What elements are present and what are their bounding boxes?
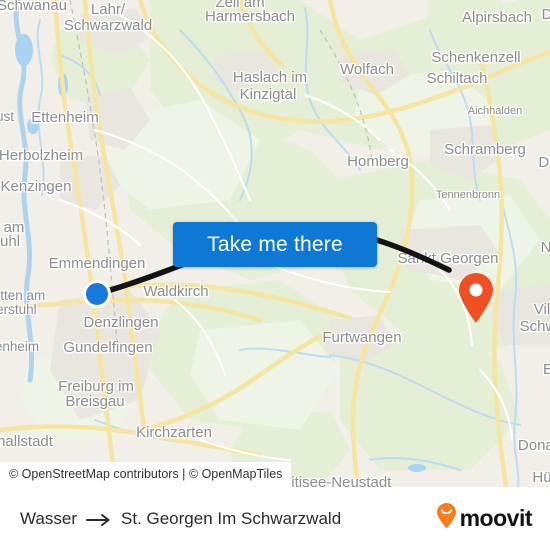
moovit-wordmark: moovit <box>459 505 533 531</box>
map-canvas[interactable]: Schwanau Lahr/Schwarzwald Zell am Harmersba… <box>0 0 550 487</box>
take-me-there-button[interactable]: Take me there <box>173 222 377 267</box>
map-attribution[interactable]: © OpenStreetMap contributors | © OpenMap… <box>0 462 292 487</box>
arrow-right-icon <box>86 512 112 526</box>
map-share-card: Schwanau Lahr/Schwarzwald Zell am Harmersba… <box>0 0 550 550</box>
trip-summary: Wasser St. Georgen Im Schwarzwald <box>20 509 341 529</box>
trip-footer: Wasser St. Georgen Im Schwarzwald moovit <box>0 487 550 550</box>
moovit-pin-icon <box>436 503 457 534</box>
take-me-there-label: Take me there <box>207 232 343 256</box>
moovit-logo[interactable]: moovit <box>436 503 533 534</box>
trip-destination-label: St. Georgen Im Schwarzwald <box>121 508 342 528</box>
trip-origin-label: Wasser <box>20 508 77 528</box>
